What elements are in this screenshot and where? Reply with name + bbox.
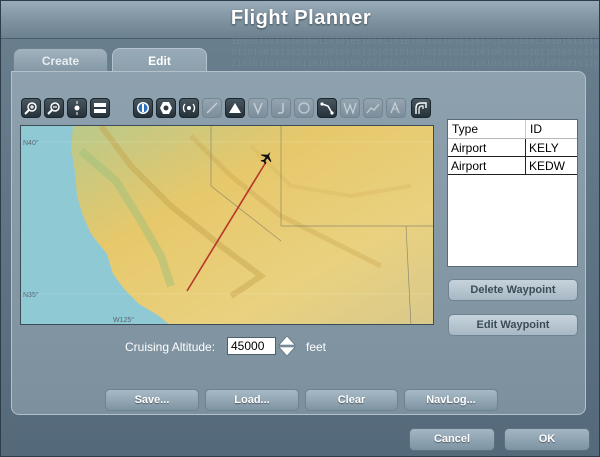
cruising-altitude-input[interactable] xyxy=(227,337,276,355)
flight-planner-window: Flight Planner 1001011011010100110101011… xyxy=(0,0,600,457)
column-header-type[interactable]: Type xyxy=(448,120,526,138)
table-row[interactable]: Airport KEDW xyxy=(448,157,577,175)
vor-button[interactable] xyxy=(133,98,153,118)
title-bar: Flight Planner xyxy=(1,1,599,39)
triangle-button[interactable] xyxy=(225,98,245,118)
altitude-unit-label: feet xyxy=(306,340,327,354)
cancel-button[interactable]: Cancel xyxy=(409,428,495,451)
waypoint-id-cell: KELY xyxy=(529,141,559,155)
line-icon xyxy=(206,102,218,114)
tab-create[interactable]: Create xyxy=(13,48,108,72)
altitude-icon xyxy=(390,101,400,114)
center-button[interactable] xyxy=(67,98,87,118)
curve-route-icon xyxy=(415,102,427,114)
ok-button[interactable]: OK xyxy=(504,428,590,451)
longitude-label: W125° xyxy=(113,316,134,324)
cruising-altitude-label: Cruising Altitude: xyxy=(125,340,216,354)
fit-button[interactable] xyxy=(90,98,110,118)
zoom-out-button[interactable] xyxy=(44,98,64,118)
chart-icon xyxy=(366,103,380,114)
clear-button[interactable]: Clear xyxy=(305,389,398,411)
load-button[interactable]: Load... xyxy=(205,389,299,411)
edit-waypoint-button[interactable]: Edit Waypoint xyxy=(448,314,578,336)
circle-button[interactable] xyxy=(294,98,314,118)
curve-route-button[interactable] xyxy=(411,98,431,118)
beacon-button[interactable] xyxy=(179,98,199,118)
waypoint-table: Type ID Airport KELY Airport KEDW xyxy=(447,119,578,267)
center-icon xyxy=(74,101,80,115)
circle-icon xyxy=(298,102,310,114)
route-button[interactable] xyxy=(317,98,337,118)
altitude-stepper xyxy=(278,335,296,357)
vor-icon xyxy=(137,102,149,114)
column-header-id[interactable]: ID xyxy=(526,120,577,138)
line-button[interactable] xyxy=(202,98,222,118)
jet-airway-icon xyxy=(278,103,284,114)
zoom-in-icon xyxy=(24,102,37,115)
table-row[interactable]: Airport KELY xyxy=(448,139,577,157)
weather-icon xyxy=(343,102,357,115)
route-icon xyxy=(320,102,334,115)
route-map[interactable]: N40° N35° W125° xyxy=(20,125,434,325)
save-button[interactable]: Save... xyxy=(105,389,199,411)
altitude-button[interactable] xyxy=(386,98,406,118)
fit-icon xyxy=(94,103,106,113)
triangle-icon xyxy=(229,103,241,113)
window-title: Flight Planner xyxy=(230,7,372,29)
chevron-down-icon[interactable] xyxy=(278,346,296,357)
zoom-out-icon xyxy=(47,102,60,115)
victor-airway-icon xyxy=(253,102,263,115)
beacon-icon xyxy=(182,103,196,113)
waypoint-type-cell: Airport xyxy=(448,139,526,156)
zoom-in-button[interactable] xyxy=(21,98,41,118)
weather-button[interactable] xyxy=(340,98,360,118)
chart-button[interactable] xyxy=(363,98,383,118)
waypoint-id-cell: KEDW xyxy=(529,159,565,173)
waypoint-table-header: Type ID xyxy=(448,120,577,139)
jet-airway-button[interactable] xyxy=(271,98,291,118)
tab-edit[interactable]: Edit xyxy=(112,48,207,73)
navlog-button[interactable]: NavLog... xyxy=(404,389,498,411)
chevron-up-icon[interactable] xyxy=(278,335,296,346)
terrain-map-graphic: N40° N35° W125° xyxy=(21,126,433,324)
waypoint-type-cell: Airport xyxy=(448,157,526,174)
latitude-label-south: N35° xyxy=(23,291,39,299)
ndb-icon xyxy=(160,102,172,114)
victor-airway-button[interactable] xyxy=(248,98,268,118)
latitude-label-north: N40° xyxy=(23,139,39,147)
delete-waypoint-button[interactable]: Delete Waypoint xyxy=(448,279,578,301)
ndb-button[interactable] xyxy=(156,98,176,118)
